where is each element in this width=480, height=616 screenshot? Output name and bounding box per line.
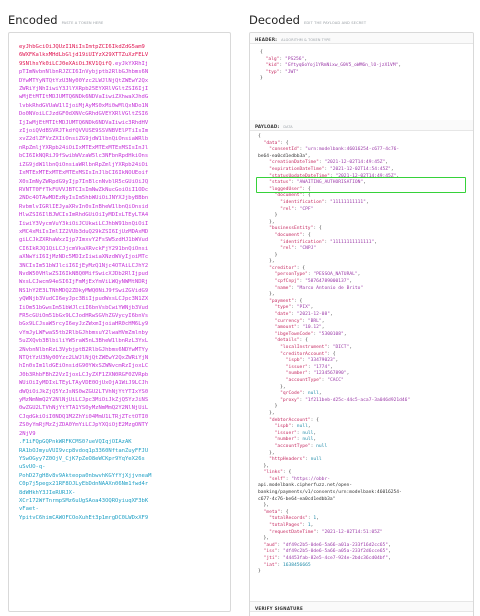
header-section-bar: HEADER: ALGORITHM & TOKEN TYPE [250, 33, 473, 44]
header-section-title: HEADER: [255, 37, 278, 42]
decoded-title: Decoded [249, 13, 300, 27]
token-payload-part: .eyJkYXRhIj pTImNvbnNlbnRJZCI6InVybjptb2… [19, 60, 149, 437]
json-line: "links": { [263, 470, 292, 476]
payload-json-editor[interactable]: { "data": { "consentId": "urn:modelbank:… [250, 131, 473, 601]
json-line: "kid": "GYtyq6oYoj1YRmNixw_G0V5_oWM6n_lO… [265, 63, 402, 69]
json-line: "amount": "10.12", [274, 325, 325, 331]
json-line: "name": "Marco Antonio de Brito" [274, 285, 364, 291]
json-line: "jti": "44453fab-82e5-4ce7-924e-2bdc36cd… [263, 556, 391, 561]
json-line: "iss": "df49c2b5-0de6-5a66-a05a-233f2d6c… [263, 549, 391, 555]
decoded-box: HEADER: ALGORITHM & TOKEN TYPE { "alg": … [249, 32, 474, 616]
json-line: "requestDateTime": "2021-12-02T14:51:05Z… [269, 529, 383, 535]
json-line: } [258, 213, 278, 219]
json-line: banking/payments/v1/consents/urn:modelba… [258, 490, 402, 496]
json-line: "document": { [274, 232, 311, 238]
json-line: }, [258, 292, 275, 298]
json-line: "ispb": "33479023", [285, 358, 339, 364]
decoded-panel: Decoded Edit the payload and secret HEAD… [249, 0, 474, 616]
json-line: }, [258, 259, 275, 265]
payload-section-bar: PAYLOAD: DATA [250, 120, 473, 131]
json-line: "businessEntity": { [269, 226, 322, 232]
header-section-subtitle: ALGORITHM & TOKEN TYPE [281, 37, 331, 42]
json-line: "httpHeaders": null [269, 457, 322, 463]
consent-id-highlight [256, 177, 466, 193]
encoded-subtitle: Paste a token here [61, 21, 104, 25]
json-line: "qrCode": null, [280, 391, 322, 397]
encoded-panel: Encoded Paste a token here eyJhbGciOiJQU… [8, 0, 231, 612]
json-line: "ispb": null, [274, 424, 311, 430]
json-line: "proxy": "1f211beb-d25c-44c5-aca7-3a046d… [280, 397, 411, 403]
json-line: "accountType": "CACC" [285, 377, 344, 383]
encoded-header: Encoded Paste a token here [8, 0, 231, 27]
json-line: { [258, 134, 261, 139]
json-line: "details": { [274, 338, 308, 344]
json-line: { [260, 50, 263, 55]
decoded-header: Decoded Edit the payload and secret [249, 0, 474, 27]
verify-section-title: VERIFY SIGNATURE [255, 605, 303, 611]
json-line: } [260, 76, 263, 82]
header-json: { "alg": "PS256", "kid": "GYtyq6oYoj1YRm… [260, 50, 467, 83]
decoded-subtitle: Edit the payload and secret [303, 21, 367, 25]
json-line: } [258, 252, 278, 258]
encoded-token-textarea[interactable]: eyJhbGciOiJQUzI1NiIsImtpZCI6IkdZdG5am9 6… [8, 32, 231, 612]
json-line: } [258, 569, 261, 575]
verify-section-bar: VERIFY SIGNATURE [250, 601, 473, 612]
json-line: "expirationDateTime": "2021-12-02T14:54:… [269, 166, 394, 172]
encoded-title: Encoded [8, 13, 58, 27]
json-line: "number": null, [274, 437, 317, 443]
header-json-editor[interactable]: { "alg": "PS256", "kid": "GYtyq6oYoj1YRm… [250, 44, 473, 120]
json-line: "number": "1234567890", [285, 371, 350, 377]
json-line: }, [258, 410, 275, 416]
json-line: } [258, 404, 278, 410]
json-line: }, [258, 536, 270, 542]
json-line: c677-4c76-be64-ea0cd1edbb3a" [258, 496, 336, 502]
json-line: "date": "2021-12-08", [274, 312, 333, 318]
json-line: "accountType": null [274, 443, 328, 449]
json-line: "typ": "JWT" [265, 69, 299, 75]
payload-json: { "data": { "consentId": "urn:modelbank:… [258, 134, 467, 576]
payload-section-subtitle: DATA [283, 124, 293, 129]
json-line: "creationDateTime": "2021-12-02T14:49:45… [269, 160, 389, 166]
json-line: "identification": "11111111111", [280, 199, 369, 205]
payload-section-title: PAYLOAD: [255, 124, 280, 129]
encoded-token: eyJhbGciOiJQUzI1NiIsImtpZCI6IkdZdG5am9 6… [19, 43, 222, 522]
json-line: "localInstrument": "DICT", [280, 345, 353, 350]
json-line: "iat": 1638456665 [263, 562, 311, 568]
json-line: "rel": "CPF" [280, 206, 314, 212]
token-signature-part: .F1iFQpGQPnkWRFKCMS0?ueVQIqjOIAzAK RA1bO… [19, 439, 152, 521]
json-line: "rel": "CNPJ" [280, 246, 317, 252]
json-line: "consentId": "urn:modelbank:46016254-c67… [269, 147, 400, 153]
json-line: "cpfCnpj": "58764789000137", [274, 279, 353, 285]
json-line: "document": { [274, 193, 311, 199]
json-line: "totalPages": 1, [269, 523, 314, 529]
json-line: }, [258, 503, 270, 509]
